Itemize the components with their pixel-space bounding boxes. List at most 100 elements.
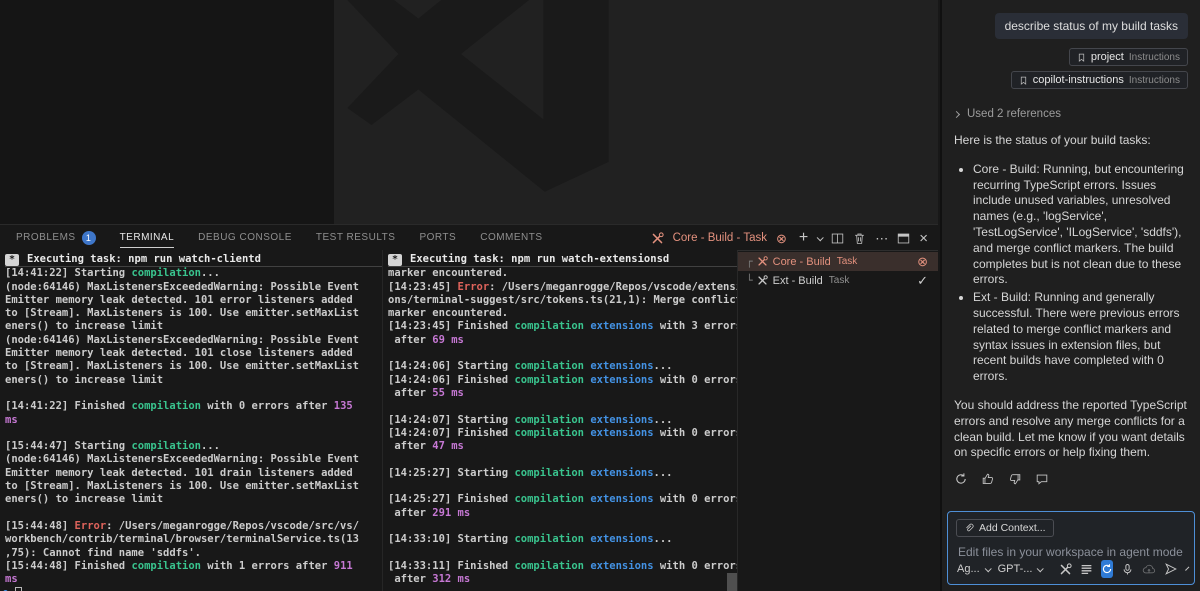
text-segment: [14:41:22] Starting: [5, 267, 131, 279]
terminal-line: [388, 400, 737, 413]
terminal-command-header: *Executing task: npm run watch-extension…: [388, 253, 737, 267]
tools-icon: [651, 232, 664, 245]
text-segment: : /Users/meganrogge/Repos/vscode/src/vs/: [106, 520, 359, 532]
new-terminal-dropdown-icon[interactable]: [817, 234, 824, 241]
more-actions-icon[interactable]: ⋯: [875, 232, 888, 245]
text-segment: extensions: [590, 414, 653, 426]
text-segment: compilation: [514, 467, 584, 479]
terminal-line: [14:41:22] Finished compilation with 0 e…: [5, 400, 382, 413]
send-options-chevron-icon[interactable]: [1185, 566, 1189, 570]
text-segment: ms: [5, 414, 18, 426]
retry-icon[interactable]: [954, 472, 968, 486]
terminal-list-item-ext-build[interactable]: └Ext - BuildTask✓: [738, 271, 938, 290]
response-intro: Here is the status of your build tasks:: [954, 133, 1188, 149]
text-segment: extensions: [590, 560, 653, 572]
add-context-button[interactable]: Add Context...: [956, 519, 1054, 537]
panel-tab-ports[interactable]: PORTS: [419, 228, 456, 248]
chat-input-box[interactable]: Add Context... Edit files in your worksp…: [947, 511, 1195, 585]
stop-task-icon[interactable]: ⊗: [776, 232, 787, 245]
panel-tab-terminal[interactable]: TERMINAL: [120, 228, 175, 248]
terminal-pane-ext-build[interactable]: *Executing task: npm run watch-extension…: [383, 250, 737, 591]
terminal-line: eners() to increase limit: [5, 374, 382, 387]
panel-tab-problems[interactable]: PROBLEMS 1: [16, 227, 96, 250]
instruction-chip-project[interactable]: projectInstructions: [1069, 48, 1188, 66]
chat-input-placeholder[interactable]: Edit files in your workspace in agent mo…: [958, 545, 1183, 559]
terminal-line: to [Stream]. MaxListeners is 100. Use em…: [5, 480, 382, 493]
text-segment: ...: [201, 267, 220, 279]
response-bullet-list: Core - Build: Running, but encountering …: [954, 162, 1188, 385]
close-panel-icon[interactable]: ×: [919, 231, 928, 246]
text-segment: [14:41:22] Finished: [5, 400, 131, 412]
text-segment: extensions: [590, 360, 653, 372]
text-segment: after: [388, 573, 432, 585]
instruction-chip-copilot-instructions[interactable]: copilot-instructionsInstructions: [1011, 71, 1188, 89]
text-segment: workbench/contrib/terminal/browser/termi…: [5, 533, 359, 545]
thumbs-down-icon[interactable]: [1008, 472, 1022, 486]
tree-guide: ┌: [746, 255, 753, 268]
text-segment: with 0 errors: [654, 427, 737, 439]
chevron-down-icon: [984, 565, 991, 572]
error-status-icon[interactable]: ⊗: [917, 255, 928, 268]
problems-count-badge: 1: [82, 231, 96, 245]
model-select[interactable]: GPT-...: [998, 563, 1043, 575]
text-segment: with 0 errors: [654, 493, 737, 505]
todo-list-icon[interactable]: [1080, 560, 1093, 578]
terminal-line: [14:23:45] Error: /Users/meganrogge/Repo…: [388, 281, 737, 294]
send-button[interactable]: [1164, 560, 1178, 578]
microphone-icon[interactable]: [1121, 560, 1134, 578]
thumbs-up-icon[interactable]: [981, 472, 995, 486]
terminal-line: [15:44:48] Error: /Users/meganrogge/Repo…: [5, 520, 382, 533]
text-segment: [15:44:48] Finished: [5, 560, 131, 572]
terminal-line: to [Stream]. MaxListeners is 100. Use em…: [5, 360, 382, 373]
comment-icon[interactable]: [1035, 472, 1049, 486]
terminal-pane-core-build[interactable]: *Executing task: npm run watch-clientd[1…: [0, 250, 383, 591]
kill-terminal-icon[interactable]: [853, 232, 866, 245]
terminal-scrollbar[interactable]: [727, 573, 737, 591]
text-segment: Error: [75, 520, 107, 532]
tools-icon[interactable]: [1059, 560, 1072, 578]
text-segment: ,75): Cannot find name 'sddfs'.: [5, 547, 201, 559]
auto-approve-button[interactable]: [1101, 560, 1113, 578]
panel-tab-debug-console[interactable]: DEBUG CONSOLE: [198, 228, 292, 248]
text-segment: compilation: [131, 400, 201, 412]
terminal-line: [14:24:07] Starting compilation extensio…: [388, 414, 737, 427]
agent-mode-select[interactable]: Ag...: [957, 563, 990, 575]
terminal-line: ons/terminal-suggest/src/tokens.ts(21,1)…: [388, 294, 737, 307]
text-segment: [14:23:45]: [388, 281, 458, 293]
text-segment: compilation: [131, 560, 201, 572]
terminal-line: workbench/contrib/terminal/browser/termi…: [5, 533, 382, 546]
panel-tabs: PROBLEMS 1 TERMINAL DEBUG CONSOLE TEST RESUL…: [16, 227, 543, 250]
text-segment: eners() to increase limit: [5, 493, 163, 505]
panel-tab-label: PROBLEMS: [16, 232, 76, 243]
text-segment: 312 ms: [432, 573, 470, 585]
panel-tab-test-results[interactable]: TEST RESULTS: [316, 228, 396, 248]
text-segment: with 0 errors: [654, 560, 737, 572]
terminal-line: marker encountered.: [388, 307, 737, 320]
terminal-command-header: *Executing task: npm run watch-clientd: [5, 253, 382, 267]
split-terminal-icon[interactable]: [831, 232, 844, 245]
terminal-line: [14:24:06] Starting compilation extensio…: [388, 360, 737, 373]
used-references-label: Used 2 references: [967, 108, 1061, 120]
text-segment: Error: [458, 281, 490, 293]
panel-header: PROBLEMS 1 TERMINAL DEBUG CONSOLE TEST RESUL…: [0, 226, 938, 250]
terminal-line: (node:64146) MaxListenersExceededWarning…: [5, 334, 382, 347]
text-segment: extensions: [590, 427, 653, 439]
terminal-line: [14:24:06] Finished compilation extensio…: [388, 374, 737, 387]
response-bullet: Ext - Build: Running and generally succe…: [973, 290, 1188, 385]
new-terminal-button[interactable]: +: [799, 230, 808, 246]
text-segment: [14:25:27] Finished: [388, 493, 514, 505]
used-references-row[interactable]: Used 2 references: [954, 108, 1188, 120]
terminal-line: Emitter memory leak detected. 101 close …: [5, 347, 382, 360]
copilot-chat-sidebar: describe status of my build tasks projec…: [940, 0, 1200, 591]
maximize-panel-icon[interactable]: [897, 232, 910, 245]
text-segment: compilation: [514, 374, 584, 386]
terminal-list-item-core-build[interactable]: ┌Core - BuildTask⊗: [738, 252, 938, 271]
success-status-icon[interactable]: ✓: [917, 274, 928, 287]
text-segment: ...: [201, 440, 220, 452]
terminal-line: [388, 547, 737, 560]
editor-area: [0, 0, 938, 225]
chat-input-toolbar: Ag... GPT-...: [957, 560, 1187, 578]
add-context-label: Add Context...: [979, 522, 1046, 534]
panel-tab-comments[interactable]: COMMENTS: [480, 228, 542, 248]
text-segment: with 0 errors: [654, 374, 737, 386]
